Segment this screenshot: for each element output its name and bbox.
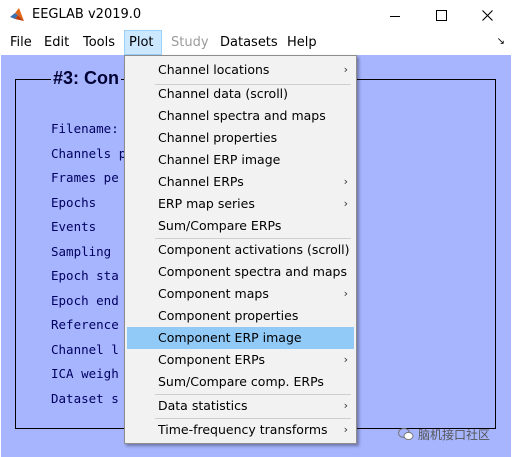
chevron-right-icon: ›	[343, 423, 348, 436]
wechat-icon	[398, 428, 414, 441]
menu-item-component-erps[interactable]: Component ERPs ›	[127, 349, 354, 371]
menu-bar: File Edit Tools Plot Study Datasets Help	[0, 30, 512, 55]
maximize-button[interactable]	[418, 0, 464, 30]
watermark: 脑机接口社区	[398, 426, 490, 443]
menu-item-label: Component maps	[158, 286, 269, 301]
menu-item-sum-compare-erps[interactable]: Sum/Compare ERPs	[127, 215, 354, 237]
info-label-ica-weights: ICA weigh	[51, 366, 119, 381]
watermark-text: 脑机接口社区	[418, 428, 491, 442]
chevron-right-icon: ›	[343, 353, 348, 366]
menu-file[interactable]: File	[6, 30, 36, 55]
matlab-icon	[10, 8, 24, 21]
info-label-channel-locations: Channel l	[51, 342, 119, 357]
info-label-epochs: Epochs	[51, 195, 97, 210]
menu-item-label: ERP map series	[158, 196, 255, 211]
info-label-frames: Frames pe	[51, 170, 119, 185]
chevron-right-icon: ›	[343, 399, 348, 412]
menu-item-label: Time-frequency transforms	[158, 422, 328, 437]
menu-tools[interactable]: Tools	[79, 30, 119, 55]
minimize-icon	[390, 15, 400, 17]
menu-item-channel-erp-image[interactable]: Channel ERP image	[127, 149, 354, 171]
menu-item-label: Channel ERPs	[158, 174, 244, 189]
menu-edit[interactable]: Edit	[40, 30, 73, 55]
menu-item-channel-properties[interactable]: Channel properties	[127, 127, 354, 149]
info-label-sampling: Sampling	[51, 244, 112, 259]
menu-item-component-spectra-maps[interactable]: Component spectra and maps	[127, 261, 354, 283]
menu-item-channel-data-scroll[interactable]: Channel data (scroll)	[127, 83, 354, 105]
minimize-button[interactable]	[372, 0, 418, 30]
chevron-right-icon: ›	[343, 175, 348, 188]
menu-item-label: Channel locations	[158, 62, 270, 77]
menu-item-erp-map-series[interactable]: ERP map series ›	[127, 193, 354, 215]
close-icon	[481, 9, 493, 21]
info-label-epoch-end: Epoch end	[51, 293, 119, 308]
menu-item-component-erp-image[interactable]: Component ERP image	[127, 327, 354, 349]
menu-item-component-maps[interactable]: Component maps ›	[127, 283, 354, 305]
menu-item-label: Component ERPs	[158, 352, 265, 367]
menu-item-sum-compare-comp-erps[interactable]: Sum/Compare comp. ERPs	[127, 371, 354, 393]
menu-item-component-properties[interactable]: Component properties	[127, 305, 354, 327]
menu-datasets[interactable]: Datasets	[216, 30, 282, 55]
info-label-reference: Reference	[51, 317, 119, 332]
dataset-heading: #3: Con	[51, 68, 122, 89]
chevron-right-icon: ›	[343, 63, 348, 76]
menu-item-component-activations-scroll[interactable]: Component activations (scroll)	[127, 239, 354, 261]
menu-item-label: Data statistics	[158, 398, 248, 413]
menu-help[interactable]: Help	[283, 30, 321, 55]
info-label-epoch-start: Epoch sta	[51, 268, 119, 283]
chevron-right-icon: ›	[343, 197, 348, 210]
menu-plot[interactable]: Plot	[124, 30, 162, 55]
info-label-dataset-size: Dataset s	[51, 391, 119, 406]
info-label-filename: Filename:	[51, 121, 119, 136]
menu-study: Study	[171, 35, 209, 50]
close-button[interactable]	[464, 0, 510, 30]
window-title: EEGLAB v2019.0	[32, 7, 142, 22]
menu-item-channel-spectra-maps[interactable]: Channel spectra and maps	[127, 105, 354, 127]
menu-item-time-frequency-transforms[interactable]: Time-frequency transforms ›	[127, 419, 354, 441]
dock-arrow-icon[interactable]: ↘	[497, 36, 505, 47]
chevron-right-icon: ›	[343, 287, 348, 300]
menu-item-channel-erps[interactable]: Channel ERPs ›	[127, 171, 354, 193]
info-label-channels: Channels p	[51, 146, 127, 161]
title-bar: EEGLAB v2019.0	[0, 0, 512, 30]
plot-menu-dropdown: Channel locations › Channel data (scroll)…	[124, 55, 357, 444]
maximize-icon	[435, 9, 447, 21]
menu-item-data-statistics[interactable]: Data statistics ›	[127, 395, 354, 417]
menu-item-channel-locations[interactable]: Channel locations ›	[127, 59, 354, 81]
info-label-events: Events	[51, 219, 97, 234]
